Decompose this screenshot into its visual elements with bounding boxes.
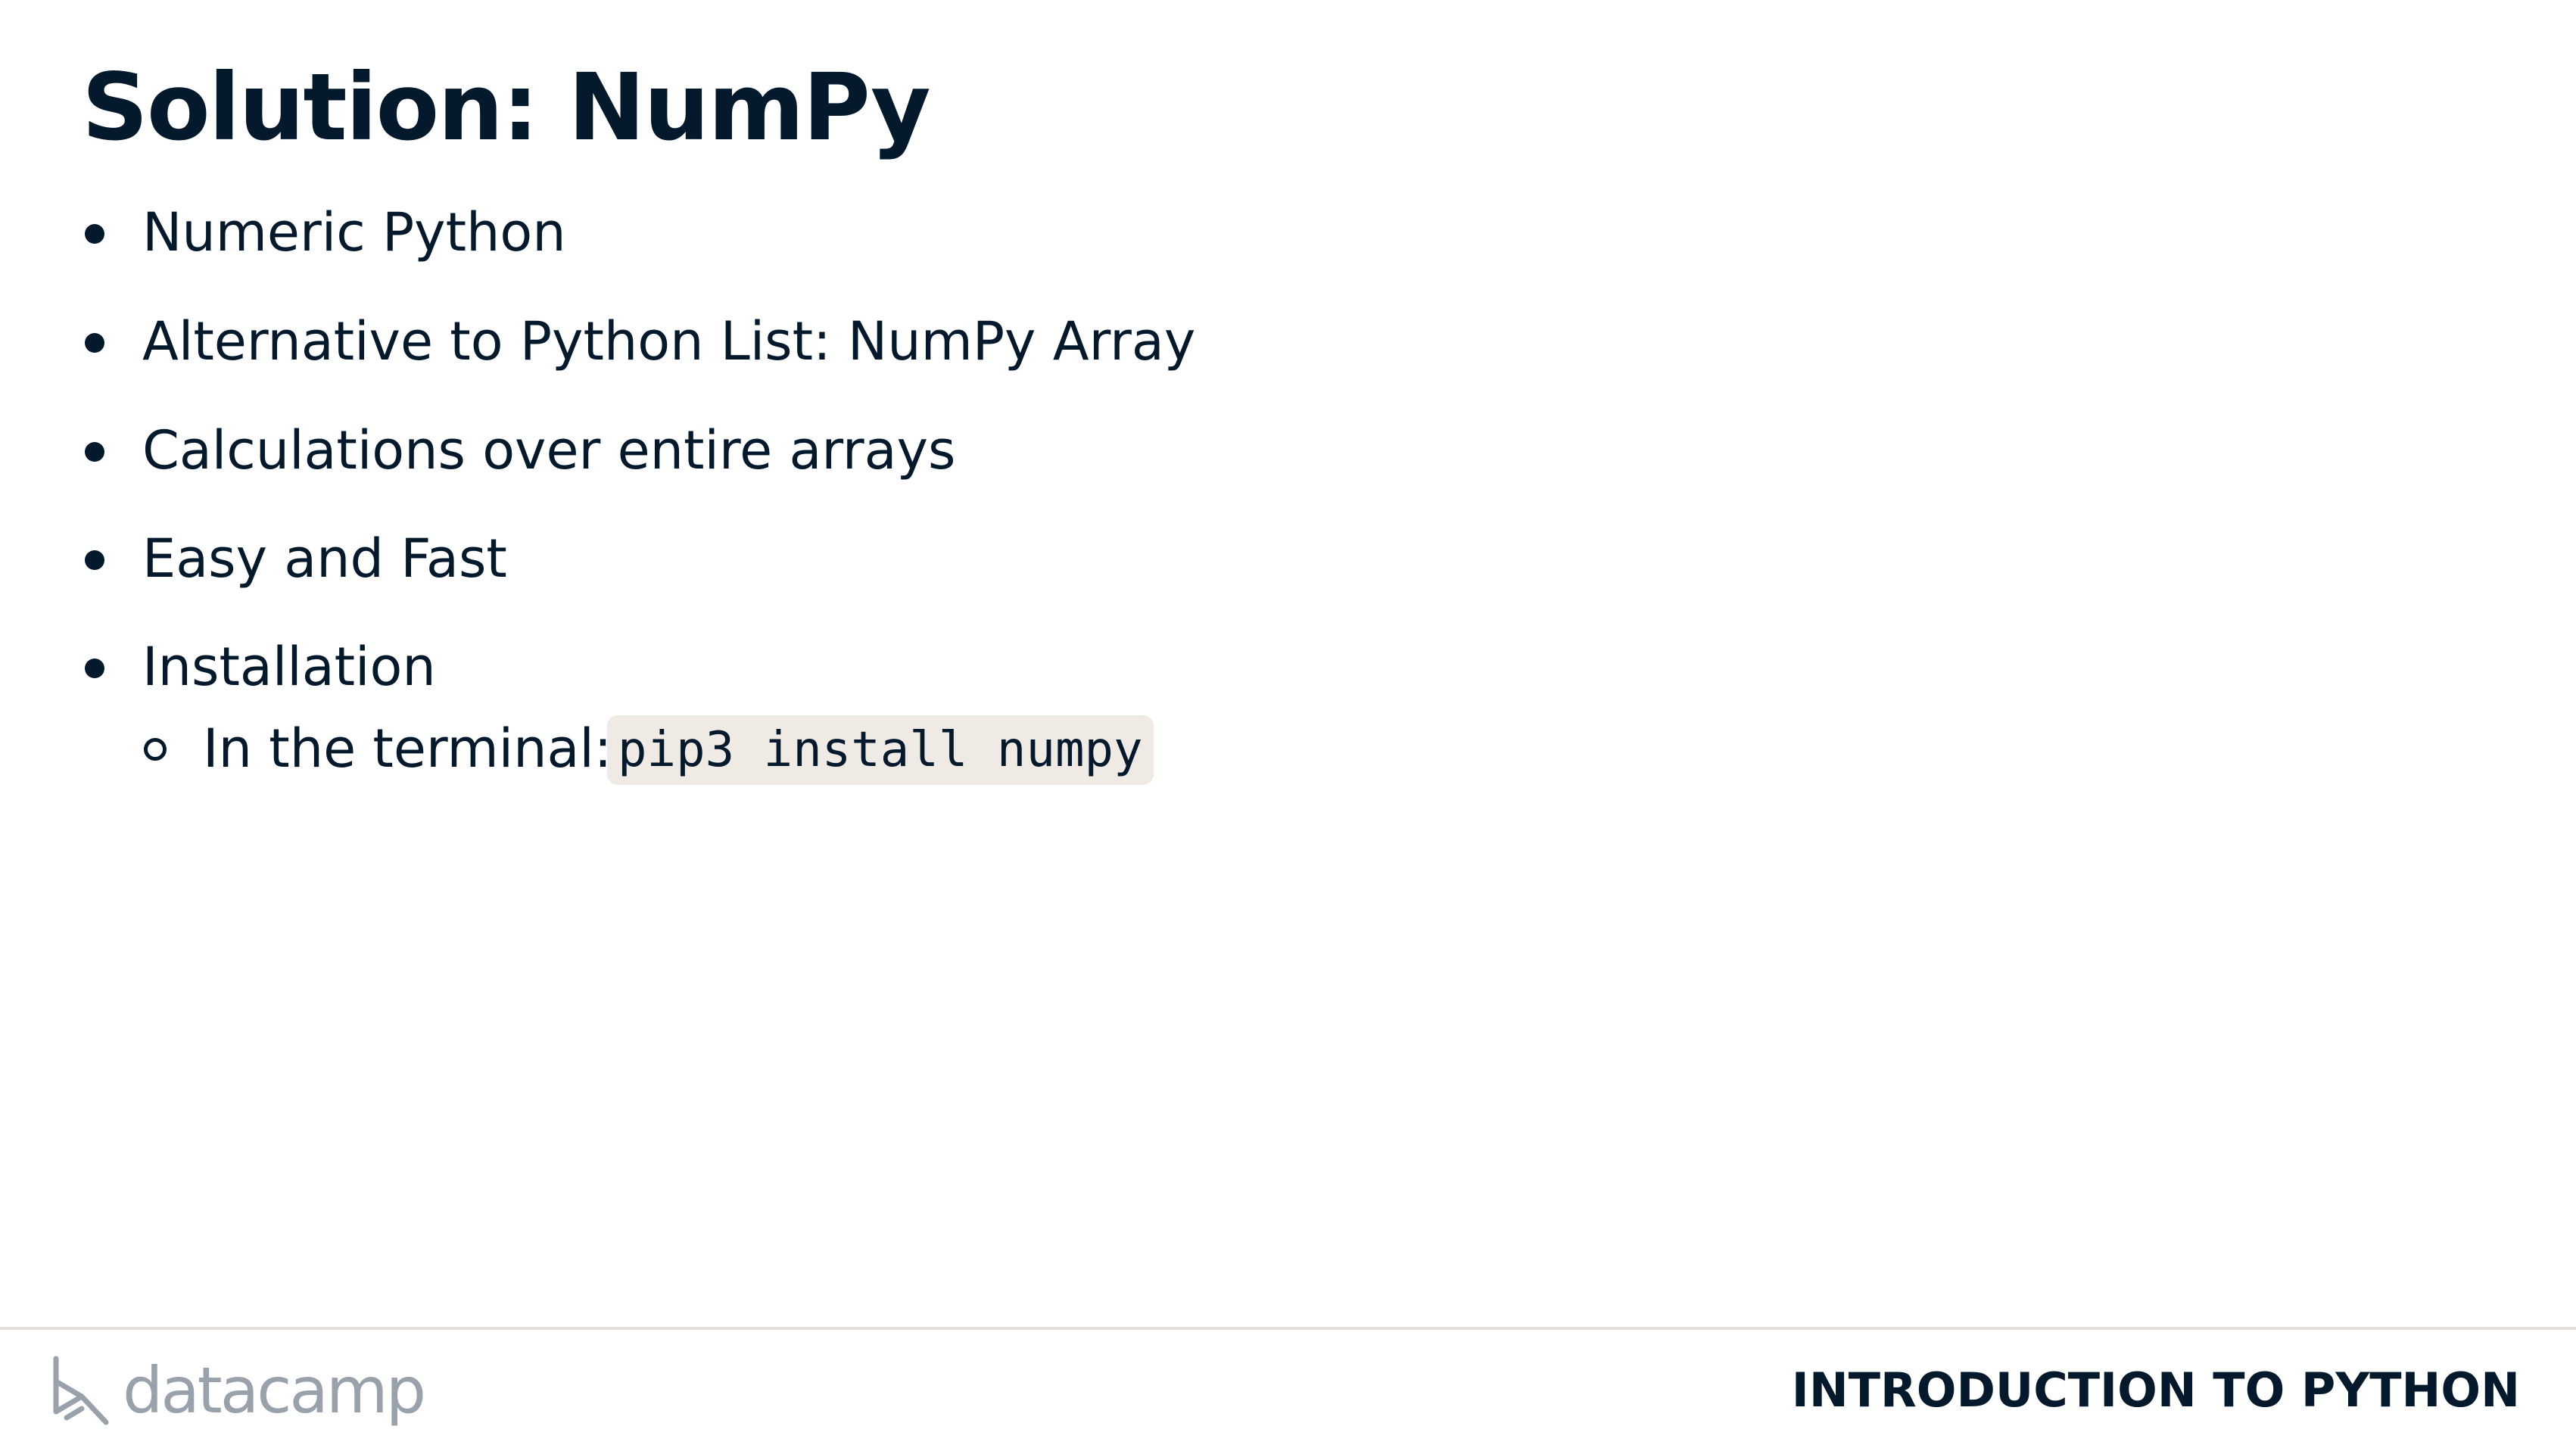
bullet-dot-icon (85, 659, 104, 678)
bullet-item: Installation (0, 625, 1363, 708)
bullet-text: Numeric Python (142, 201, 566, 263)
bullet-text: Installation (142, 636, 436, 698)
footer-divider (0, 1327, 2576, 1330)
bullet-item: Easy and Fast (0, 517, 1363, 600)
datacamp-logo: datacamp (51, 1349, 426, 1432)
bullet-text: Alternative to Python List: NumPy Array (142, 310, 1196, 372)
bullet-text: Calculations over entire arrays (142, 419, 956, 481)
sub-bullet-circle-icon (144, 738, 167, 761)
bullet-item: Alternative to Python List: NumPy Array (0, 300, 1363, 383)
sub-bullet-label: In the terminal: (203, 718, 612, 780)
bullet-dot-icon (85, 442, 104, 462)
course-name: INTRODUCTION TO PYTHON (1791, 1362, 2520, 1418)
bullet-dot-icon (85, 224, 104, 244)
brand-name: datacamp (123, 1353, 426, 1428)
bullet-dot-icon (85, 333, 104, 353)
bullet-text: Easy and Fast (142, 528, 507, 590)
bullet-item: Calculations over entire arrays (0, 409, 1363, 492)
datacamp-logo-icon (53, 1356, 109, 1425)
bullet-dot-icon (85, 550, 104, 570)
slide-title: Solution: NumPy (82, 54, 931, 161)
install-command-code: pip3 install numpy (607, 715, 1154, 785)
bullet-item: Numeric Python (0, 191, 1363, 274)
